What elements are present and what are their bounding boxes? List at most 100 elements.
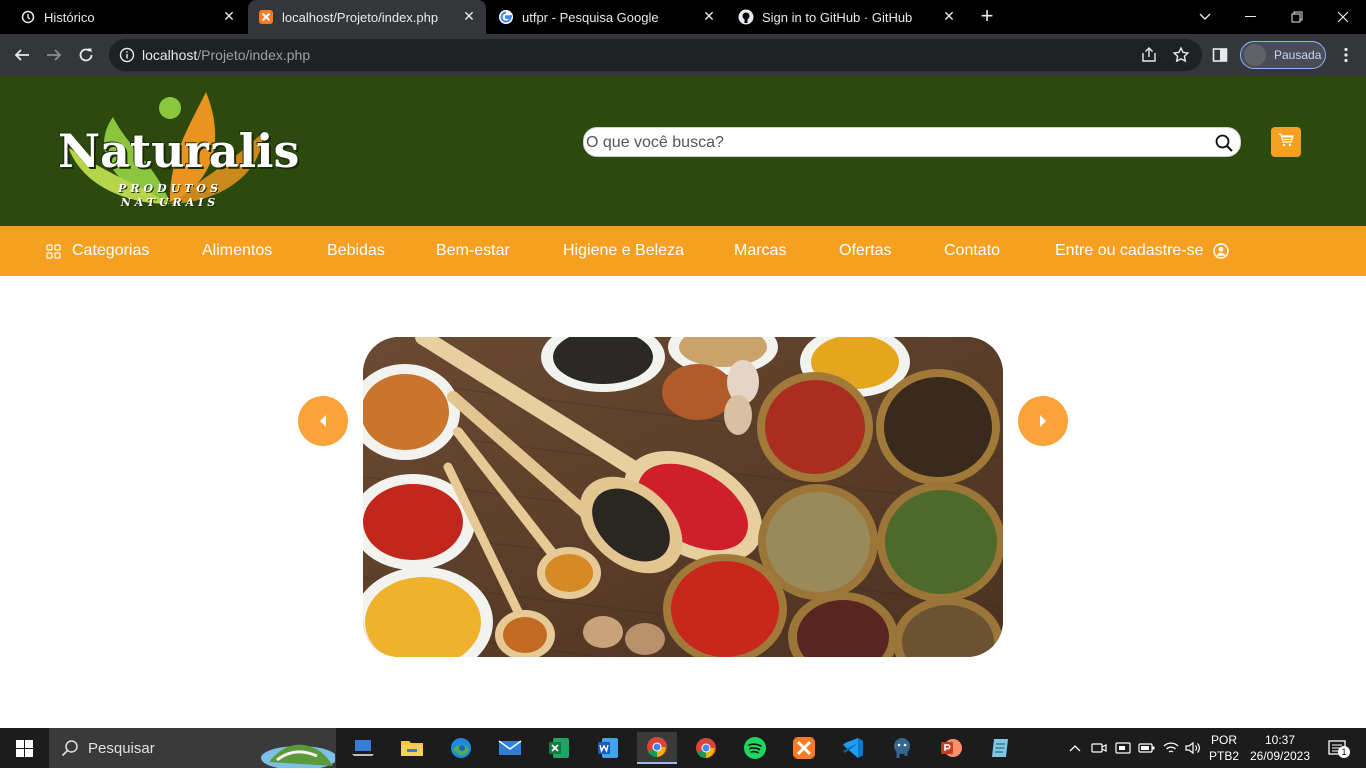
mail-icon: [498, 739, 522, 757]
xampp-icon: [792, 736, 816, 760]
clock-date: 26/09/2023: [1249, 749, 1311, 763]
notification-icon: 1: [1328, 740, 1350, 758]
nav-bem-estar[interactable]: Bem-estar: [436, 226, 510, 276]
word-icon: [596, 736, 620, 760]
forward-arrow-icon[interactable]: [42, 43, 66, 67]
battery-plug-icon[interactable]: [1136, 728, 1158, 768]
taskbar-app-xampp[interactable]: [784, 732, 824, 764]
taskbar-search[interactable]: Pesquisar: [49, 728, 337, 770]
share-icon[interactable]: [1140, 46, 1158, 64]
taskbar-app-edge[interactable]: [441, 732, 481, 764]
input-language[interactable]: POR PTB2: [1206, 732, 1242, 764]
laptop-icon: [351, 738, 375, 758]
taskbar-search-label: Pesquisar: [88, 740, 155, 757]
nav-label: Entre ou cadastre-se: [1055, 242, 1204, 259]
nav-ofertas[interactable]: Ofertas: [839, 226, 891, 276]
wifi-icon[interactable]: [1160, 728, 1182, 768]
carousel-next-button[interactable]: [1018, 396, 1068, 446]
url-text: localhost/Projeto/index.php: [142, 47, 311, 63]
nav-label: Bebidas: [327, 242, 385, 259]
tab-github[interactable]: Sign in to GitHub · GitHub ✕: [728, 0, 966, 34]
logo-name: Naturalis: [58, 124, 300, 178]
close-tab-icon[interactable]: ✕: [222, 9, 236, 23]
language-code: POR: [1210, 733, 1237, 747]
storage-icon[interactable]: [1112, 728, 1134, 768]
nav-label: Bem-estar: [436, 242, 510, 259]
nav-alimentos[interactable]: Alimentos: [202, 226, 272, 276]
nav-label: Alimentos: [202, 242, 273, 259]
taskbar-app-word[interactable]: [588, 732, 628, 764]
close-tab-icon[interactable]: ✕: [942, 9, 956, 23]
nav-categorias[interactable]: Categorias: [46, 226, 149, 276]
avatar: [1244, 44, 1266, 66]
carousel-prev-button[interactable]: [298, 396, 348, 446]
nav-contato[interactable]: Contato: [944, 226, 1000, 276]
site-info-icon[interactable]: [119, 47, 135, 68]
tab-history[interactable]: Histórico ✕: [0, 0, 246, 34]
cart-button[interactable]: [1271, 127, 1301, 157]
back-arrow-icon[interactable]: [10, 43, 34, 67]
hero-carousel-image: [363, 337, 1003, 657]
search-icon: [61, 739, 79, 762]
taskbar-app-vscode[interactable]: [833, 732, 873, 764]
side-panel-icon[interactable]: [1208, 43, 1232, 67]
taskbar-app-chrome[interactable]: [686, 732, 726, 764]
chrome-icon: [694, 736, 718, 760]
nav-label: Ofertas: [839, 242, 892, 259]
close-tab-icon[interactable]: ✕: [702, 9, 716, 23]
meet-camera-icon[interactable]: [1088, 728, 1110, 768]
taskbar-app-excel[interactable]: [539, 732, 579, 764]
bookmark-star-icon[interactable]: [1172, 46, 1190, 64]
google-icon: [498, 9, 514, 25]
new-tab-button[interactable]: +: [976, 5, 998, 28]
volume-icon[interactable]: [1182, 728, 1204, 768]
minimize-icon[interactable]: [1228, 0, 1274, 34]
taskbar-app-spotify[interactable]: [735, 732, 775, 764]
taskbar-app-explorer[interactable]: [392, 732, 432, 764]
browser-menu-icon[interactable]: [1334, 43, 1358, 67]
taskbar-app-laptop[interactable]: [343, 732, 383, 764]
logo-subtitle-2: NATURAIS: [120, 196, 220, 209]
spices-image: [363, 337, 1003, 657]
close-tab-icon[interactable]: ✕: [462, 9, 476, 23]
address-bar[interactable]: localhost/Projeto/index.php: [109, 39, 1202, 71]
close-window-icon[interactable]: [1320, 0, 1366, 34]
nav-login[interactable]: Entre ou cadastre-se: [1055, 226, 1229, 276]
taskbar-app-postgresql[interactable]: [882, 732, 922, 764]
taskbar-app-powerpoint[interactable]: [931, 732, 971, 764]
site-logo[interactable]: Naturalis PRODUTOS NATURAIS: [58, 92, 300, 212]
nav-label: Marcas: [734, 242, 787, 259]
browser-tab-strip: Histórico ✕ localhost/Projeto/index.php …: [0, 0, 1366, 34]
profile-button[interactable]: Pausada: [1240, 41, 1326, 69]
start-button[interactable]: [0, 728, 48, 768]
file-explorer-icon: [400, 738, 424, 758]
notifications-button[interactable]: 1: [1322, 728, 1352, 768]
main-nav: Categorias Alimentos Bebidas Bem-estar H…: [0, 226, 1366, 276]
taskbar-app-mail[interactable]: [490, 732, 530, 764]
nav-bebidas[interactable]: Bebidas: [327, 226, 385, 276]
search-icon[interactable]: [1214, 133, 1234, 153]
nav-higiene-beleza[interactable]: Higiene e Beleza: [563, 226, 684, 276]
tab-localhost[interactable]: localhost/Projeto/index.php ✕: [248, 0, 486, 34]
tab-google[interactable]: utfpr - Pesquisa Google ✕: [488, 0, 726, 34]
taskbar-app-chrome-active[interactable]: [637, 732, 677, 764]
browser-toolbar: localhost/Projeto/index.php Pausada: [0, 34, 1366, 76]
xampp-icon: [258, 9, 274, 25]
profile-label: Pausada: [1274, 48, 1322, 62]
notification-badge: 1: [1338, 746, 1350, 758]
system-clock[interactable]: 10:37 26/09/2023: [1244, 732, 1316, 764]
grid-icon: [46, 243, 61, 259]
reload-icon[interactable]: [74, 43, 98, 67]
search-input[interactable]: [586, 131, 1206, 155]
clock-time: 10:37: [1264, 733, 1296, 747]
postgresql-icon: [890, 736, 914, 760]
windows-taskbar: Pesquisar POR PTB2 10:37 26/09/2023 1: [0, 728, 1366, 770]
tab-title: Sign in to GitHub · GitHub: [762, 9, 913, 25]
history-icon: [20, 9, 36, 25]
tab-search-chevron-icon[interactable]: [1182, 0, 1228, 34]
show-hidden-icons-chevron-icon[interactable]: [1064, 728, 1086, 768]
restore-icon[interactable]: [1274, 0, 1320, 34]
search-highlight-illustration-icon: [259, 732, 337, 773]
taskbar-app-notes[interactable]: [980, 732, 1020, 764]
nav-marcas[interactable]: Marcas: [734, 226, 786, 276]
